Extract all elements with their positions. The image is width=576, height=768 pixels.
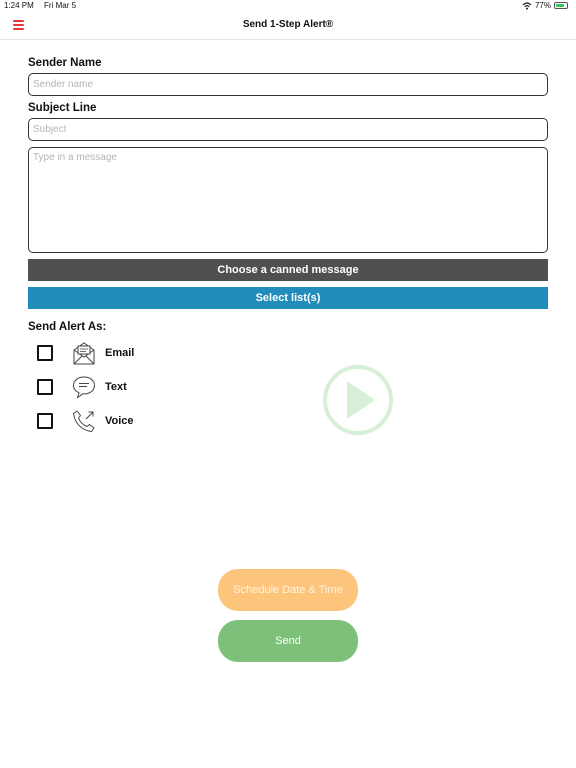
send-button[interactable]: Send [218,620,358,662]
status-date: Fri Mar 5 [44,1,77,10]
play-icon[interactable] [322,364,394,436]
text-checkbox[interactable] [37,379,53,395]
subject-input[interactable] [28,118,548,141]
battery-percent: 77% [534,1,551,10]
select-lists-button[interactable]: Select list(s) [28,287,548,309]
status-time: 1:24 PM [4,1,34,10]
battery-level [556,4,564,7]
phone-icon [73,410,95,432]
text-label: Text [105,381,127,393]
envelope-icon [73,342,95,365]
send-option-text: Text [37,372,177,402]
page-title: Send 1-Step Alert® [242,19,334,30]
nav-bar: Send 1-Step Alert® [0,12,576,40]
choose-canned-message-button[interactable]: Choose a canned message [28,259,548,281]
subject-line-label: Subject Line [28,102,97,114]
email-label: Email [105,347,135,359]
voice-checkbox[interactable] [37,413,53,429]
status-bar: 1:24 PM Fri Mar 5 77% [0,0,576,12]
wifi-icon [522,1,532,10]
email-checkbox[interactable] [37,345,53,361]
sender-name-label: Sender Name [28,57,102,69]
battery-icon [554,2,568,9]
send-alert-as-label: Send Alert As: [28,321,107,333]
send-option-email: Email [37,338,177,368]
chat-bubble-icon [72,376,96,399]
schedule-date-time-button[interactable]: Schedule Date & Time [218,569,358,611]
sender-name-input[interactable] [28,73,548,96]
message-textarea[interactable] [28,147,548,253]
send-option-voice: Voice [37,406,177,436]
voice-label: Voice [105,415,134,427]
